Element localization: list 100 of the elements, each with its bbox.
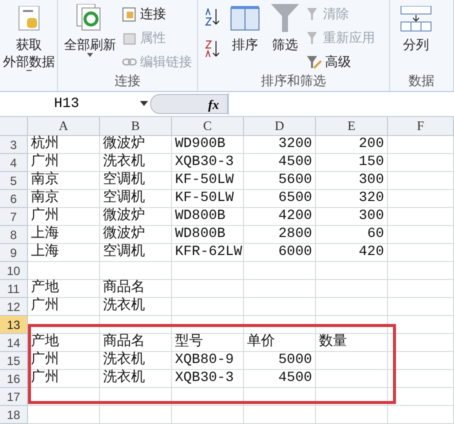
dropdown-arrow-icon[interactable] bbox=[87, 53, 93, 57]
row-header[interactable]: 16 bbox=[0, 370, 28, 388]
table-cell[interactable] bbox=[388, 406, 454, 424]
table-cell[interactable] bbox=[244, 262, 316, 280]
table-cell[interactable] bbox=[172, 316, 244, 334]
table-cell[interactable] bbox=[28, 388, 100, 406]
table-cell[interactable] bbox=[388, 280, 454, 298]
table-cell[interactable]: 产地 bbox=[28, 334, 100, 352]
column-header[interactable]: C bbox=[172, 117, 244, 135]
column-header[interactable]: D bbox=[244, 117, 316, 135]
table-cell[interactable]: XQB80-9 bbox=[172, 352, 244, 370]
table-cell[interactable] bbox=[316, 352, 388, 370]
table-cell[interactable]: 洗衣机 bbox=[100, 352, 172, 370]
table-cell[interactable] bbox=[244, 406, 316, 424]
row-header[interactable]: 15 bbox=[0, 352, 28, 370]
table-cell[interactable] bbox=[388, 154, 454, 172]
table-cell[interactable]: 广州 bbox=[28, 352, 100, 370]
row-header[interactable]: 11 bbox=[0, 280, 28, 298]
table-cell[interactable] bbox=[388, 208, 454, 226]
refresh-button[interactable]: 全部刷新 bbox=[60, 2, 120, 57]
table-cell[interactable] bbox=[388, 352, 454, 370]
table-cell[interactable] bbox=[388, 370, 454, 388]
table-cell[interactable] bbox=[316, 370, 388, 388]
table-cell[interactable] bbox=[244, 316, 316, 334]
table-cell[interactable]: 微波炉 bbox=[100, 208, 172, 226]
table-cell[interactable]: 4500 bbox=[244, 370, 316, 388]
table-cell[interactable]: 420 bbox=[316, 244, 388, 262]
row-header[interactable]: 18 bbox=[0, 406, 28, 424]
table-cell[interactable] bbox=[100, 388, 172, 406]
filter-button[interactable]: 筛选 bbox=[266, 2, 304, 53]
table-cell[interactable] bbox=[316, 316, 388, 334]
row-header[interactable]: 6 bbox=[0, 190, 28, 208]
table-cell[interactable] bbox=[388, 136, 454, 154]
table-cell[interactable] bbox=[28, 316, 100, 334]
table-cell[interactable]: 2800 bbox=[244, 226, 316, 244]
sort-ascending-icon[interactable] bbox=[204, 8, 220, 26]
table-cell[interactable]: 空调机 bbox=[100, 190, 172, 208]
table-cell[interactable]: 空调机 bbox=[100, 244, 172, 262]
table-cell[interactable] bbox=[100, 406, 172, 424]
table-cell[interactable] bbox=[172, 262, 244, 280]
column-header[interactable]: A bbox=[28, 117, 100, 135]
row-header[interactable]: 7 bbox=[0, 208, 28, 226]
dropdown-arrow-icon[interactable] bbox=[140, 101, 148, 106]
table-cell[interactable]: XQB30-3 bbox=[172, 154, 244, 172]
table-cell[interactable]: 数量 bbox=[316, 334, 388, 352]
table-cell[interactable]: WD800B bbox=[172, 226, 244, 244]
table-cell[interactable]: 商品名 bbox=[100, 334, 172, 352]
table-cell[interactable] bbox=[316, 388, 388, 406]
table-cell[interactable] bbox=[388, 172, 454, 190]
table-cell[interactable]: 广州 bbox=[28, 298, 100, 316]
sort-button[interactable]: 排序 bbox=[226, 2, 264, 53]
table-cell[interactable] bbox=[244, 298, 316, 316]
column-header[interactable]: B bbox=[100, 117, 172, 135]
row-header[interactable]: 9 bbox=[0, 244, 28, 262]
table-cell[interactable]: 3200 bbox=[244, 136, 316, 154]
table-cell[interactable]: KF-50LW bbox=[172, 190, 244, 208]
table-cell[interactable] bbox=[172, 406, 244, 424]
table-cell[interactable] bbox=[388, 334, 454, 352]
table-cell[interactable]: 商品名 bbox=[100, 280, 172, 298]
table-cell[interactable]: 6000 bbox=[244, 244, 316, 262]
row-header[interactable]: 4 bbox=[0, 154, 28, 172]
table-cell[interactable]: 4200 bbox=[244, 208, 316, 226]
table-cell[interactable] bbox=[244, 388, 316, 406]
connections-button[interactable]: 连接 bbox=[122, 2, 192, 26]
get-data-button[interactable]: 获取 外部数据 bbox=[3, 2, 55, 71]
table-cell[interactable]: 南京 bbox=[28, 190, 100, 208]
table-cell[interactable]: KF-50LW bbox=[172, 172, 244, 190]
table-cell[interactable] bbox=[100, 262, 172, 280]
table-cell[interactable] bbox=[172, 280, 244, 298]
table-cell[interactable]: 微波炉 bbox=[100, 226, 172, 244]
table-cell[interactable]: 广州 bbox=[28, 370, 100, 388]
table-cell[interactable]: WD800B bbox=[172, 208, 244, 226]
table-cell[interactable]: 4500 bbox=[244, 154, 316, 172]
name-box[interactable]: H13 bbox=[0, 93, 150, 115]
row-header[interactable]: 8 bbox=[0, 226, 28, 244]
table-cell[interactable] bbox=[388, 298, 454, 316]
row-header[interactable]: 12 bbox=[0, 298, 28, 316]
table-cell[interactable]: 广州 bbox=[28, 208, 100, 226]
table-cell[interactable] bbox=[244, 280, 316, 298]
table-cell[interactable] bbox=[28, 406, 100, 424]
table-cell[interactable]: 300 bbox=[316, 208, 388, 226]
row-header[interactable]: 10 bbox=[0, 262, 28, 280]
table-cell[interactable]: 上海 bbox=[28, 226, 100, 244]
table-cell[interactable] bbox=[100, 316, 172, 334]
table-cell[interactable]: WD900B bbox=[172, 136, 244, 154]
table-cell[interactable]: 5000 bbox=[244, 352, 316, 370]
row-header[interactable]: 13 bbox=[0, 316, 28, 334]
table-cell[interactable] bbox=[316, 298, 388, 316]
table-cell[interactable]: 320 bbox=[316, 190, 388, 208]
table-cell[interactable] bbox=[316, 262, 388, 280]
row-header[interactable]: 3 bbox=[0, 136, 28, 154]
table-cell[interactable]: 微波炉 bbox=[100, 136, 172, 154]
column-header[interactable]: E bbox=[316, 117, 388, 135]
table-cell[interactable]: 300 bbox=[316, 172, 388, 190]
table-cell[interactable] bbox=[172, 298, 244, 316]
table-cell[interactable] bbox=[316, 406, 388, 424]
table-cell[interactable]: 6500 bbox=[244, 190, 316, 208]
sort-descending-icon[interactable] bbox=[204, 40, 220, 58]
column-header[interactable]: F bbox=[388, 117, 454, 135]
table-cell[interactable] bbox=[388, 190, 454, 208]
